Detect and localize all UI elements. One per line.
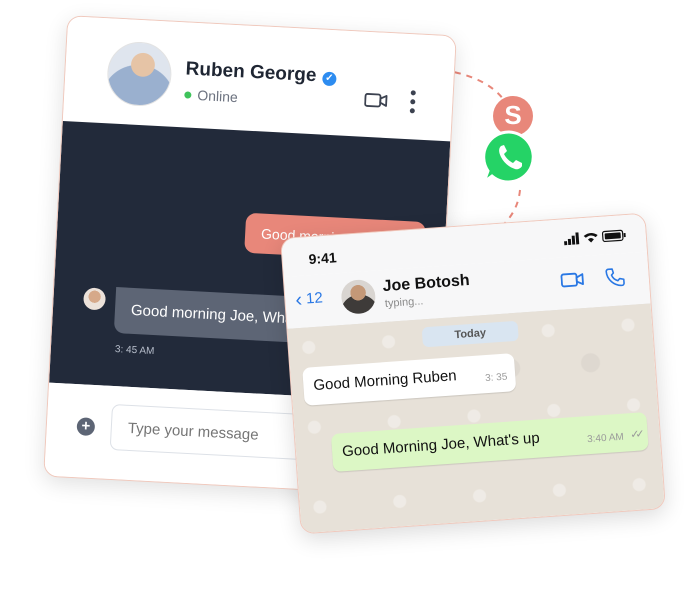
message-area: Today Good Morning Ruben 3: 35 Good Morn… — [287, 303, 665, 534]
contact-name-text: Ruben George — [185, 58, 317, 87]
avatar[interactable] — [105, 40, 174, 108]
outgoing-message: Good Morning Joe, What's up 3:40 AM ✓✓ — [330, 412, 649, 472]
incoming-message: Good Morning Ruben 3: 35 — [302, 353, 517, 406]
outgoing-message-text: Good Morning Joe, What's up — [341, 429, 541, 461]
contact-name: Ruben George ✓ — [185, 58, 337, 88]
avatar[interactable] — [340, 278, 377, 315]
outgoing-message-time: 3:40 AM — [586, 431, 625, 446]
online-dot-icon — [184, 91, 192, 99]
voice-call-button[interactable] — [604, 266, 626, 292]
sender-avatar — [82, 287, 107, 311]
date-divider: Today — [421, 320, 519, 348]
message-timestamp: 3: 45 AM — [114, 344, 155, 358]
more-vertical-icon — [410, 90, 416, 96]
typing-indicator: typing... — [384, 295, 424, 310]
chevron-left-icon: ‹ — [294, 288, 303, 312]
plus-icon[interactable]: + — [76, 417, 96, 437]
whatsapp-chat-window: 9:41 ‹ 12 Joe Botosh typing... Today Goo… — [280, 212, 666, 535]
online-status: Online — [184, 86, 238, 105]
more-options-button[interactable] — [409, 90, 416, 117]
contact-name[interactable]: Joe Botosh — [382, 272, 470, 296]
video-call-button[interactable] — [560, 271, 585, 294]
signal-wifi-battery-icon — [564, 229, 626, 246]
whatsapp-logo-icon — [480, 130, 535, 187]
read-receipt-icon: ✓✓ — [629, 428, 642, 442]
web-chat-header: Ruben George ✓ Online — [62, 16, 456, 142]
phone-icon — [605, 268, 625, 287]
unread-count: 12 — [305, 289, 324, 308]
incoming-message-text: Good Morning Ruben — [312, 367, 458, 395]
verified-icon: ✓ — [321, 71, 337, 87]
status-text: Online — [196, 87, 239, 106]
incoming-message-time: 3: 35 — [484, 371, 508, 385]
status-time: 9:41 — [308, 249, 338, 268]
back-button[interactable]: ‹ 12 — [295, 287, 324, 312]
video-icon — [364, 93, 388, 108]
video-icon — [560, 272, 584, 288]
video-call-button[interactable] — [364, 92, 389, 114]
